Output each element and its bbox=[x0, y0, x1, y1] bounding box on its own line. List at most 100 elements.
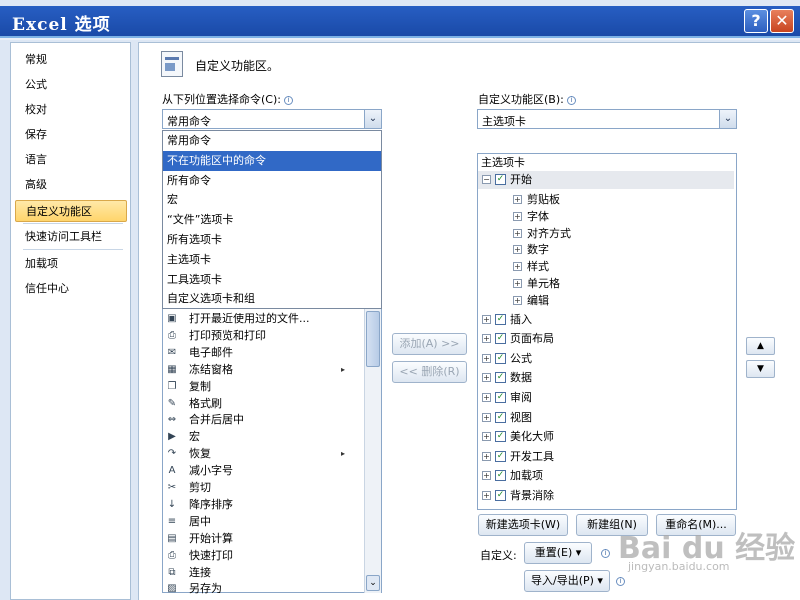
move-up-button[interactable]: ▲ bbox=[746, 337, 775, 355]
dropdown-option[interactable]: 所有选项卡 bbox=[163, 230, 381, 250]
command-item[interactable]: ❐ 复制 bbox=[163, 378, 365, 395]
command-item[interactable]: ⧉ 连接 bbox=[163, 564, 365, 581]
checkbox-checked-icon[interactable]: ✓ bbox=[495, 490, 506, 501]
tree-tab-3[interactable]: + ✓ 公式 bbox=[478, 350, 734, 368]
tree-tab-7[interactable]: + ✓ 美化大师 bbox=[478, 428, 734, 446]
nav-item-6[interactable]: 自定义功能区 bbox=[15, 200, 127, 222]
command-item[interactable]: ✉ 电子邮件 bbox=[163, 344, 365, 361]
expand-toggle-icon[interactable]: + bbox=[482, 432, 491, 442]
tree-tab-4[interactable]: + ✓ 数据 bbox=[478, 369, 734, 387]
checkbox-checked-icon[interactable]: ✓ bbox=[495, 352, 506, 364]
title-top-strip bbox=[0, 0, 800, 6]
command-item[interactable]: ≡ 居中 bbox=[163, 513, 365, 530]
tree-tab-0[interactable]: − ✓ 开始 bbox=[478, 171, 734, 189]
checkbox-checked-icon[interactable]: ✓ bbox=[495, 372, 506, 384]
choose-commands-dropdown[interactable]: 常用命令 ⌄ bbox=[162, 109, 382, 129]
command-item[interactable]: ⇔ 合并后居中 bbox=[163, 411, 365, 428]
command-item[interactable]: ▤ 开始计算 bbox=[163, 530, 365, 547]
nav-item-1[interactable]: 公式 bbox=[15, 74, 127, 96]
command-item[interactable]: ⎙ 打印预览和打印 bbox=[163, 327, 365, 344]
nav-item-3[interactable]: 保存 bbox=[15, 124, 127, 146]
info-icon: i bbox=[616, 577, 625, 586]
move-down-button[interactable]: ▼ bbox=[746, 360, 775, 378]
tree-tab-5[interactable]: + ✓ 审阅 bbox=[478, 389, 734, 407]
command-item[interactable]: ▣ 打开最近使用过的文件... bbox=[163, 310, 365, 327]
align-center-icon: ≡ bbox=[167, 515, 177, 527]
dropdown-option[interactable]: “文件”选项卡 bbox=[163, 210, 381, 230]
expand-toggle-icon[interactable]: + bbox=[513, 295, 522, 305]
command-item[interactable]: ↷ 恢复 ▸ bbox=[163, 445, 365, 462]
expand-toggle-icon[interactable]: + bbox=[513, 211, 522, 221]
checkbox-checked-icon[interactable]: ✓ bbox=[495, 313, 506, 325]
checkbox-checked-icon[interactable]: ✓ bbox=[495, 431, 506, 443]
command-item[interactable]: ⎙ 快速打印 bbox=[163, 547, 365, 564]
reset-button[interactable]: 重置(E) ▾ bbox=[524, 542, 592, 564]
submenu-arrow-icon: ▸ bbox=[340, 449, 345, 459]
scroll-down-button[interactable]: ⌄ bbox=[366, 575, 380, 591]
customize-ribbon-dropdown[interactable]: 主选项卡 ⌄ bbox=[477, 109, 737, 129]
command-item[interactable]: ✎ 格式刷 bbox=[163, 395, 365, 412]
expand-toggle-icon[interactable]: + bbox=[482, 353, 491, 363]
dropdown-option[interactable]: 不在功能区中的命令 bbox=[163, 150, 381, 171]
nav-item-8[interactable]: 加载项 bbox=[15, 253, 127, 275]
dropdown-option[interactable]: 主选项卡 bbox=[163, 250, 381, 270]
expand-toggle-icon[interactable]: + bbox=[513, 228, 522, 238]
command-item[interactable]: ↓ 降序排序 bbox=[163, 496, 365, 513]
choose-commands-label: 从下列位置选择命令(C): i bbox=[162, 91, 293, 107]
expand-toggle-icon[interactable]: + bbox=[482, 393, 491, 402]
checkbox-checked-icon[interactable]: ✓ bbox=[495, 392, 506, 403]
calculate-icon: ▤ bbox=[167, 532, 177, 544]
checkbox-checked-icon[interactable]: ✓ bbox=[495, 470, 506, 482]
import-export-button[interactable]: 导入/导出(P) ▾ bbox=[524, 570, 610, 592]
expand-toggle-icon[interactable]: + bbox=[482, 373, 491, 383]
add-button[interactable]: 添加(A) >> bbox=[392, 333, 467, 355]
expand-toggle-icon[interactable]: + bbox=[513, 195, 522, 204]
expand-toggle-icon[interactable]: + bbox=[482, 491, 491, 500]
tree-tab-1[interactable]: + ✓ 插入 bbox=[478, 311, 734, 329]
expand-toggle-icon[interactable]: − bbox=[482, 175, 491, 184]
new-tab-button[interactable]: 新建选项卡(W) bbox=[478, 514, 568, 536]
expand-toggle-icon[interactable]: + bbox=[513, 262, 522, 272]
dropdown-option[interactable]: 工具选项卡 bbox=[163, 270, 381, 290]
tree-tab-2[interactable]: + ✓ 页面布局 bbox=[478, 330, 734, 348]
dropdown-option[interactable]: 常用命令 bbox=[163, 131, 381, 151]
tree-tab-10[interactable]: + ✓ 背景消除 bbox=[478, 487, 734, 505]
tree-group-label: 数字 bbox=[527, 243, 549, 257]
nav-item-0[interactable]: 常规 bbox=[15, 49, 127, 71]
tree-tab-6[interactable]: + ✓ 视图 bbox=[478, 409, 734, 427]
command-item[interactable]: ✂ 剪切 bbox=[163, 479, 365, 496]
expand-toggle-icon[interactable]: + bbox=[482, 412, 491, 422]
scroll-thumb[interactable] bbox=[366, 311, 380, 367]
merge-center-icon: ⇔ bbox=[167, 414, 177, 426]
nav-item-2[interactable]: 校对 bbox=[15, 99, 127, 121]
expand-toggle-icon[interactable]: + bbox=[482, 471, 491, 481]
tree-tab-9[interactable]: + ✓ 加载项 bbox=[478, 467, 734, 485]
dropdown-option[interactable]: 自定义选项卡和组 bbox=[163, 289, 381, 309]
expand-toggle-icon[interactable]: + bbox=[482, 334, 491, 344]
command-item[interactable]: A 减小字号 bbox=[163, 462, 365, 479]
help-button[interactable]: ? bbox=[744, 9, 768, 33]
command-item[interactable]: ▨ 另存为 bbox=[163, 580, 365, 597]
command-item[interactable]: ▦ 冻结窗格 ▸ bbox=[163, 361, 365, 378]
tree-tab-8[interactable]: + ✓ 开发工具 bbox=[478, 448, 734, 466]
command-list-scrollbar[interactable]: ⌄ bbox=[364, 309, 381, 593]
remove-button[interactable]: << 删除(R) bbox=[392, 361, 467, 383]
checkbox-checked-icon[interactable]: ✓ bbox=[495, 411, 506, 423]
expand-toggle-icon[interactable]: + bbox=[482, 314, 491, 324]
command-item[interactable]: ▶ 宏 bbox=[163, 428, 365, 445]
nav-item-9[interactable]: 信任中心 bbox=[15, 278, 127, 300]
expand-toggle-icon[interactable]: + bbox=[482, 451, 491, 461]
checkbox-checked-icon[interactable]: ✓ bbox=[495, 333, 506, 345]
close-button[interactable]: ✕ bbox=[770, 9, 794, 33]
checkbox-checked-icon[interactable]: ✓ bbox=[495, 450, 506, 462]
command-label: 打印预览和打印 bbox=[189, 328, 266, 342]
expand-toggle-icon[interactable]: + bbox=[513, 279, 522, 288]
expand-toggle-icon[interactable]: + bbox=[513, 245, 522, 255]
nav-item-5[interactable]: 高级 bbox=[15, 174, 127, 196]
nav-item-4[interactable]: 语言 bbox=[15, 149, 127, 171]
checkbox-checked-icon[interactable]: ✓ bbox=[495, 174, 506, 185]
nav-item-7[interactable]: 快速访问工具栏 bbox=[15, 226, 127, 248]
dropdown-option[interactable]: 宏 bbox=[163, 190, 381, 210]
dropdown-option[interactable]: 所有命令 bbox=[163, 171, 381, 191]
chevron-down-icon: ⌄ bbox=[369, 578, 377, 588]
